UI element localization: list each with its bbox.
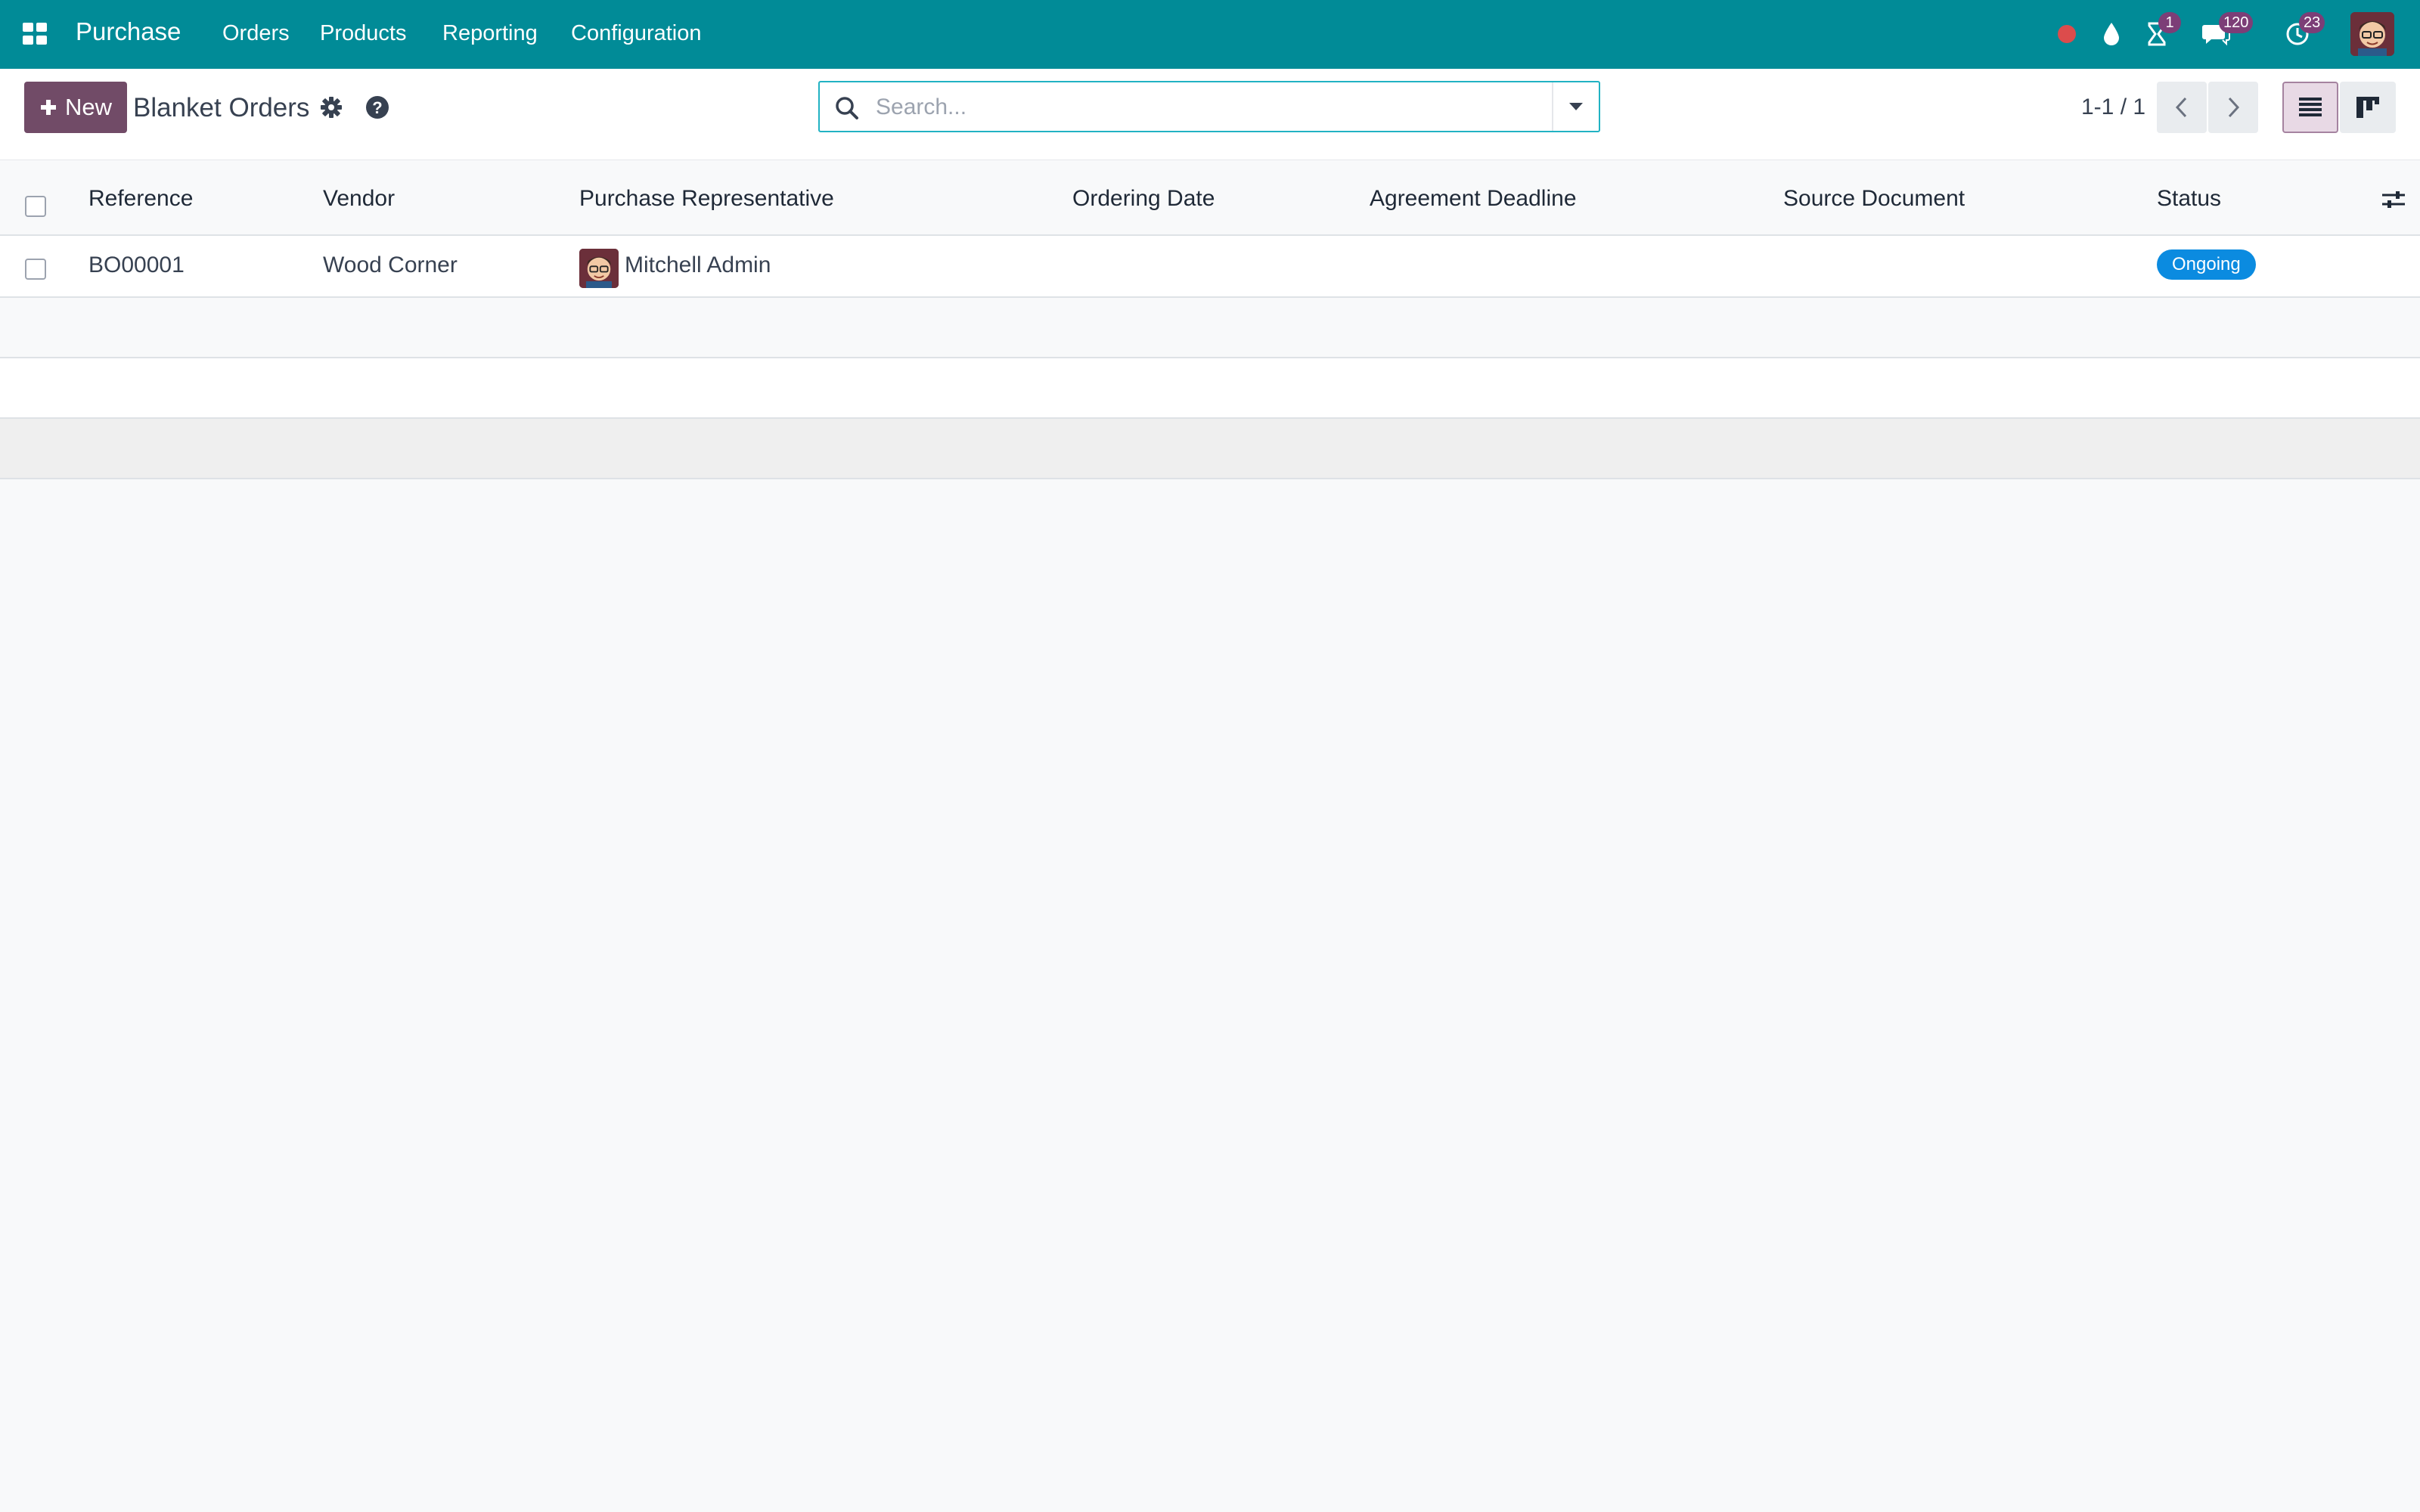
- drop-icon[interactable]: [2096, 15, 2127, 53]
- column-purchase-representative[interactable]: Purchase Representative: [579, 186, 834, 212]
- menu-orders[interactable]: Orders: [222, 21, 290, 46]
- search-icon: [833, 94, 861, 122]
- activity-hourglass-icon[interactable]: 1: [2142, 12, 2181, 53]
- chevron-left-icon: [2175, 97, 2187, 118]
- menu-products[interactable]: Products: [320, 21, 406, 46]
- table-footer: [0, 419, 2420, 479]
- status-badge: Ongoing: [2157, 249, 2256, 280]
- representative-avatar: [579, 249, 619, 288]
- select-all-checkbox[interactable]: [25, 196, 46, 217]
- row-checkbox[interactable]: [25, 259, 46, 280]
- column-source-document[interactable]: Source Document: [1783, 186, 1965, 212]
- cell-vendor: Wood Corner: [323, 253, 458, 277]
- help-icon[interactable]: ?: [365, 94, 390, 120]
- column-agreement-deadline[interactable]: Agreement Deadline: [1370, 186, 1577, 212]
- column-vendor[interactable]: Vendor: [323, 186, 395, 212]
- new-button[interactable]: New: [24, 82, 127, 133]
- cell-reference: BO00001: [88, 253, 185, 277]
- kanban-view-button[interactable]: [2340, 82, 2396, 133]
- control-panel: New Blanket Orders ? Search... 1-1 / 1: [0, 69, 2420, 161]
- activity-badge: 1: [2158, 12, 2181, 33]
- gear-icon[interactable]: [319, 95, 343, 119]
- pager-previous-button[interactable]: [2157, 82, 2207, 133]
- messages-badge: 120: [2219, 12, 2254, 33]
- clock-badge: 23: [2299, 12, 2325, 33]
- list-view-button[interactable]: [2282, 82, 2338, 133]
- list-icon: [2299, 98, 2322, 116]
- column-ordering-date[interactable]: Ordering Date: [1072, 186, 1215, 212]
- blanket-orders-table: Reference Vendor Purchase Representative…: [0, 160, 2420, 479]
- top-navbar: Purchase Orders Products Reporting Confi…: [0, 0, 2420, 69]
- page-title: Blanket Orders: [133, 93, 310, 122]
- empty-row: [0, 298, 2420, 358]
- column-status[interactable]: Status: [2157, 186, 2221, 212]
- chevron-right-icon: [2228, 97, 2240, 118]
- search-options-toggle[interactable]: [1552, 82, 1599, 131]
- apps-grid-icon[interactable]: [23, 23, 48, 45]
- empty-row: [0, 358, 2420, 419]
- clock-icon[interactable]: 23: [2282, 12, 2325, 53]
- messages-icon[interactable]: 120: [2201, 12, 2254, 53]
- search-input[interactable]: [874, 90, 1558, 125]
- column-reference[interactable]: Reference: [88, 186, 193, 212]
- cell-representative: Mitchell Admin: [625, 253, 771, 277]
- optional-columns-icon[interactable]: [2381, 189, 2406, 210]
- user-avatar[interactable]: [2350, 12, 2394, 56]
- plus-icon: [40, 100, 56, 115]
- record-status-icon[interactable]: [2055, 15, 2078, 53]
- kanban-icon: [2356, 97, 2379, 118]
- search-bar: [818, 81, 1600, 132]
- menu-reporting[interactable]: Reporting: [442, 21, 538, 46]
- svg-text:?: ?: [372, 98, 382, 117]
- new-button-label: New: [64, 94, 112, 120]
- caret-down-icon: [1569, 103, 1583, 110]
- app-name[interactable]: Purchase: [76, 17, 181, 46]
- table-header: Reference Vendor Purchase Representative…: [0, 160, 2420, 236]
- pager-value[interactable]: 1-1 / 1: [2081, 94, 2145, 120]
- pager-next-button[interactable]: [2208, 82, 2258, 133]
- table-row[interactable]: BO00001 Wood Corner Mitchell Admin Ongoi…: [0, 236, 2420, 298]
- menu-configuration[interactable]: Configuration: [571, 21, 702, 46]
